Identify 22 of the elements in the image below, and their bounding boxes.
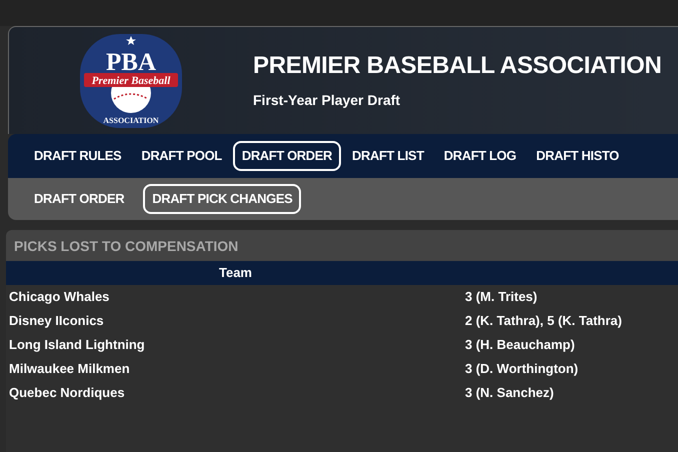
- tab[interactable]: DRAFT ORDER: [232, 141, 342, 171]
- table-cell-text: 3 (N. Sanchez): [465, 384, 554, 402]
- tab[interactable]: DRAFT RULES: [25, 141, 130, 171]
- table-cell-text: 3 (M. Trites): [465, 288, 538, 306]
- section-title: PICKS LOST TO COMPENSATION: [6, 230, 678, 261]
- table-cell-text: 3 (H. Beauchamp): [465, 336, 575, 354]
- table-cell-text: 2 (K. Tathra), 5 (K. Tathra): [465, 312, 622, 330]
- table-cell-text: Milwaukee Milkmen: [8, 360, 131, 378]
- tab[interactable]: DRAFT LOG: [434, 141, 526, 171]
- tab[interactable]: DRAFT POOL: [132, 141, 231, 171]
- app-subtitle: First-Year Player Draft: [253, 91, 402, 110]
- table-cell-text: Disney IIconics: [8, 312, 105, 330]
- table-cell-text: Long Island Lightning: [8, 336, 146, 354]
- table-cell-text: Chicago Whales: [8, 288, 110, 306]
- table-cell-text: 3 (D. Worthington): [465, 360, 578, 378]
- tab[interactable]: DRAFT ORDER: [25, 184, 134, 214]
- app-title: PREMIER BASEBALL ASSOCIATION: [253, 51, 662, 81]
- tab[interactable]: DRAFT HISTO: [527, 141, 628, 171]
- tab[interactable]: DRAFT PICK CHANGES: [143, 184, 302, 214]
- table-cell-text: Quebec Nordiques: [8, 384, 126, 402]
- column-header: Team: [218, 264, 253, 282]
- tab[interactable]: DRAFT LIST: [343, 141, 433, 171]
